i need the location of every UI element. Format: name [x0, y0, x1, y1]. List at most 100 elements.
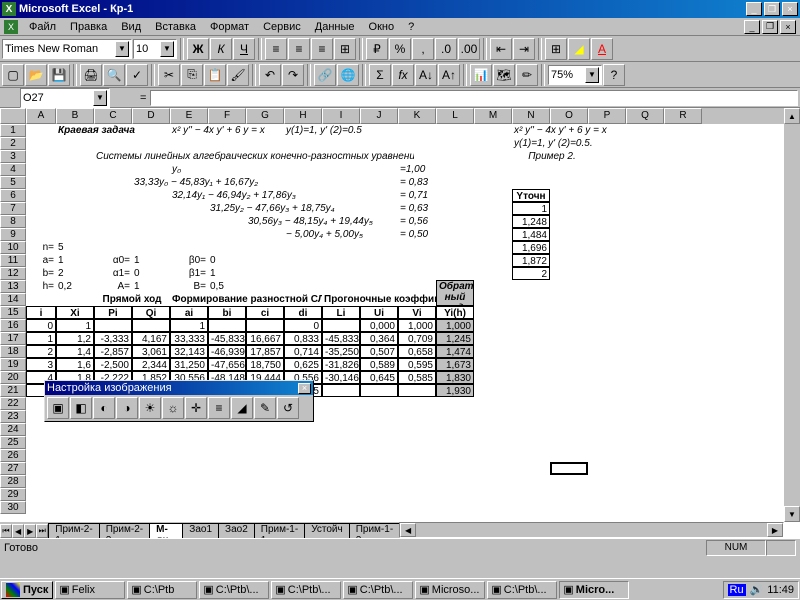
- system-tray[interactable]: Ru 🔊 11:49: [723, 581, 799, 599]
- pic-less-bright-button[interactable]: ☼: [162, 397, 184, 419]
- underline-button[interactable]: Ч: [233, 38, 255, 60]
- inc-indent-button[interactable]: ⇥: [513, 38, 535, 60]
- spell-button[interactable]: ✓: [126, 64, 148, 86]
- font-size-combo[interactable]: 10▼: [133, 39, 177, 59]
- pic-color-button[interactable]: ◧: [70, 397, 92, 419]
- taskbar-button[interactable]: ▣Microso...: [415, 581, 485, 599]
- pic-less-contrast-button[interactable]: ◑: [116, 397, 138, 419]
- pic-reset-button[interactable]: ↺: [277, 397, 299, 419]
- drawing-button[interactable]: ✏: [516, 64, 538, 86]
- menu-insert[interactable]: Вставка: [148, 19, 203, 35]
- scroll-down-button[interactable]: ▼: [784, 506, 800, 522]
- comma-button[interactable]: ,: [412, 38, 434, 60]
- align-right-button[interactable]: ≡: [311, 38, 333, 60]
- sort-asc-button[interactable]: A↓: [415, 64, 437, 86]
- row-headers[interactable]: 1234567891011121314151617181920212223242…: [0, 124, 26, 514]
- tab-first-button[interactable]: ⏮: [0, 524, 12, 538]
- pic-more-bright-button[interactable]: ☀: [139, 397, 161, 419]
- tray-icon[interactable]: 🔊: [750, 583, 764, 596]
- vertical-scrollbar[interactable]: ▲ ▼: [784, 108, 800, 522]
- menu-format[interactable]: Формат: [203, 19, 256, 35]
- name-box[interactable]: O27▼: [20, 88, 110, 108]
- tab-next-button[interactable]: ▶: [24, 524, 36, 538]
- currency-button[interactable]: ₽: [366, 38, 388, 60]
- sheet-tab[interactable]: Зао1: [182, 523, 219, 538]
- menu-data[interactable]: Данные: [308, 19, 362, 35]
- print-button[interactable]: 🖨: [80, 64, 102, 86]
- function-button[interactable]: fx: [392, 64, 414, 86]
- scroll-up-button[interactable]: ▲: [784, 108, 800, 124]
- menu-help[interactable]: ?: [401, 19, 421, 35]
- scroll-left-button[interactable]: ◀: [400, 523, 416, 537]
- preview-button[interactable]: 🔍: [103, 64, 125, 86]
- cut-button[interactable]: ✂: [158, 64, 180, 86]
- close-button[interactable]: ×: [782, 2, 798, 16]
- pic-crop-button[interactable]: ✛: [185, 397, 207, 419]
- pic-format-button[interactable]: ◢: [231, 397, 253, 419]
- font-name-combo[interactable]: Times New Roman▼: [2, 39, 132, 59]
- doc-close[interactable]: ×: [780, 20, 796, 34]
- sheet-tab[interactable]: Зао2: [218, 523, 255, 538]
- align-center-button[interactable]: ≡: [288, 38, 310, 60]
- picture-toolbar-title[interactable]: Настройка изображения ×: [45, 381, 313, 395]
- align-left-button[interactable]: ≡: [265, 38, 287, 60]
- web-button[interactable]: 🌐: [337, 64, 359, 86]
- menu-view[interactable]: Вид: [114, 19, 148, 35]
- cells-area[interactable]: Краевая задачаx² y'' − 4x y' + 6 y = xy(…: [26, 124, 784, 522]
- menu-edit[interactable]: Правка: [63, 19, 114, 35]
- save-button[interactable]: 💾: [48, 64, 70, 86]
- zoom-combo[interactable]: 75%▼: [548, 65, 602, 85]
- picture-toolbar-close[interactable]: ×: [298, 383, 311, 394]
- pic-transparent-button[interactable]: ✎: [254, 397, 276, 419]
- link-button[interactable]: 🔗: [314, 64, 336, 86]
- scroll-right-button[interactable]: ▶: [767, 523, 783, 537]
- picture-toolbar[interactable]: Настройка изображения × ▣ ◧ ◐ ◑ ☀ ☼ ✛ ≡ …: [44, 380, 314, 422]
- new-button[interactable]: ▢: [2, 64, 24, 86]
- formula-input[interactable]: [150, 90, 798, 106]
- taskbar-button[interactable]: ▣C:\Ptb\...: [343, 581, 413, 599]
- dec-decimal-button[interactable]: .00: [458, 38, 480, 60]
- horizontal-scrollbar[interactable]: ◀ ▶: [399, 522, 784, 538]
- doc-minimize[interactable]: _: [744, 20, 760, 34]
- taskbar-button[interactable]: ▣C:\Ptb\...: [487, 581, 557, 599]
- undo-button[interactable]: ↶: [259, 64, 281, 86]
- sheet-tab[interactable]: М-дн: [149, 523, 183, 538]
- borders-button[interactable]: ⊞: [545, 38, 567, 60]
- sheet-tab[interactable]: Прим-1-2: [349, 523, 400, 538]
- taskbar-button[interactable]: ▣C:\Ptb: [127, 581, 197, 599]
- start-button[interactable]: Пуск: [1, 581, 53, 599]
- lang-indicator[interactable]: Ru: [728, 584, 746, 596]
- chart-button[interactable]: 📊: [470, 64, 492, 86]
- copy-button[interactable]: ⎘: [181, 64, 203, 86]
- taskbar-button[interactable]: ▣C:\Ptb\...: [199, 581, 269, 599]
- percent-button[interactable]: %: [389, 38, 411, 60]
- taskbar-button[interactable]: ▣C:\Ptb\...: [271, 581, 341, 599]
- sort-desc-button[interactable]: A↑: [438, 64, 460, 86]
- sheet-tab[interactable]: Прим-2-2: [99, 523, 150, 538]
- pic-insert-button[interactable]: ▣: [47, 397, 69, 419]
- redo-button[interactable]: ↷: [282, 64, 304, 86]
- sheet-tab[interactable]: Прим-2-1: [48, 523, 99, 538]
- pic-line-button[interactable]: ≡: [208, 397, 230, 419]
- menu-window[interactable]: Окно: [362, 19, 402, 35]
- format-painter-button[interactable]: 🖌: [227, 64, 249, 86]
- font-color-button[interactable]: A: [591, 38, 613, 60]
- minimize-button[interactable]: _: [746, 2, 762, 16]
- merge-button[interactable]: ⊞: [334, 38, 356, 60]
- bold-button[interactable]: Ж: [187, 38, 209, 60]
- pic-more-contrast-button[interactable]: ◐: [93, 397, 115, 419]
- italic-button[interactable]: К: [210, 38, 232, 60]
- inc-decimal-button[interactable]: .0: [435, 38, 457, 60]
- select-all-corner[interactable]: [0, 108, 26, 124]
- tab-last-button[interactable]: ⏭: [36, 524, 48, 538]
- autosum-button[interactable]: Σ: [369, 64, 391, 86]
- help-button[interactable]: ?: [603, 64, 625, 86]
- open-button[interactable]: 📂: [25, 64, 47, 86]
- taskbar-button[interactable]: ▣Felix: [55, 581, 125, 599]
- dec-indent-button[interactable]: ⇤: [490, 38, 512, 60]
- fill-color-button[interactable]: ◢: [568, 38, 590, 60]
- tab-prev-button[interactable]: ◀: [12, 524, 24, 538]
- map-button[interactable]: 🗺: [493, 64, 515, 86]
- menu-file[interactable]: Файл: [22, 19, 63, 35]
- menu-tools[interactable]: Сервис: [256, 19, 308, 35]
